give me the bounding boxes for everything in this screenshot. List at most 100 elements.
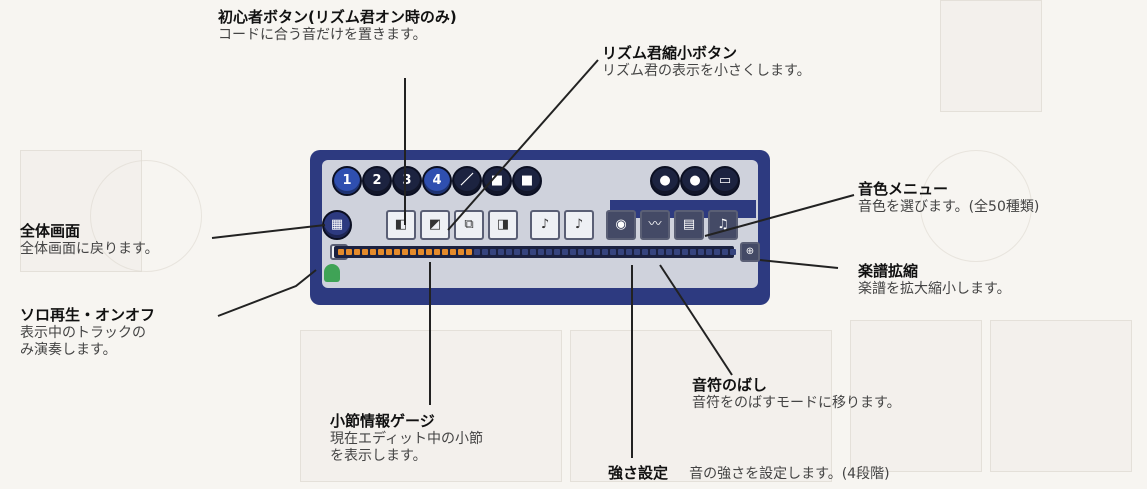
gauge-segment [530, 249, 536, 255]
annotation-solo: ソロ再生・オンオフ 表示中のトラックの み演奏します。 [20, 306, 155, 360]
square-icon: ■ [520, 173, 534, 188]
background-panel [940, 0, 1042, 112]
gauge-segment [626, 249, 632, 255]
note-extend-button[interactable]: 〰 [640, 210, 670, 240]
gauge-segment [346, 249, 352, 255]
annotation-title: 音符のばし [692, 376, 768, 394]
gauge-segment [538, 249, 544, 255]
gauge-segment [338, 249, 344, 255]
square-icon: ■ [490, 173, 504, 188]
gauge-segment [426, 249, 432, 255]
copy-icon: ⧉ [464, 217, 474, 232]
gauge-segment [642, 249, 648, 255]
annotation-desc: 音符をのばすモードに移ります。 [692, 394, 901, 411]
beginner-button[interactable]: ◧ [386, 210, 416, 240]
annotation-desc: コードに合う音だけを置きます。 [218, 26, 427, 43]
score-icon: ▤ [682, 217, 696, 232]
gauge-segment [546, 249, 552, 255]
annotation-title: 強さ設定 [608, 464, 669, 482]
tool-button[interactable]: ■ [512, 166, 542, 196]
annotation-bar-gauge: 小節情報ゲージ 現在エディット中の小節 を表示します。 [330, 412, 483, 466]
instrument-button[interactable]: ♫ [708, 210, 738, 240]
gauge-segment [410, 249, 416, 255]
annotation-desc: 表示中のトラックの [20, 324, 146, 341]
annotation-desc: 音色を選びます。(全50種類) [858, 198, 1040, 215]
gauge-segment [650, 249, 656, 255]
gauge-segment [442, 249, 448, 255]
zoom-icon: ⊕ [745, 246, 755, 257]
gauge-segment [418, 249, 424, 255]
gauge-segment [434, 249, 440, 255]
gauge-segment [482, 249, 488, 255]
annotation-note-extend: 音符のばし 音符をのばすモードに移ります。 [692, 376, 901, 412]
gauge-segment [450, 249, 456, 255]
annotation-desc: み演奏します。 [20, 342, 117, 359]
gauge-segment [658, 249, 664, 255]
tool-button[interactable]: ■ [482, 166, 512, 196]
rhythm-button[interactable]: ● [650, 166, 680, 196]
annotation-title: ソロ再生・オンオフ [20, 306, 156, 324]
gauge-segment [618, 249, 624, 255]
bar-info-gauge [334, 246, 736, 258]
overview-button[interactable]: ▦ [322, 210, 352, 240]
gauge-segment [506, 249, 512, 255]
tone-menu-button[interactable]: ◉ [606, 210, 636, 240]
track-2-button[interactable]: 2 [362, 166, 392, 196]
toolbar-panel: 1 2 3 4 ／ ■ ■ ● ● ▭ ▦ ◧ ◩ ⧉ ◨ ♪ ♪ ◉ 〰 ▤ … [310, 150, 770, 305]
gauge-segment [402, 249, 408, 255]
annotation-desc: 音の強さを設定します。(4段階) [689, 466, 890, 482]
annotation-title: 初心者ボタン(リズム君オン時のみ) [218, 8, 457, 26]
instrument-icon: ♫ [717, 217, 729, 232]
score-button[interactable]: ▤ [674, 210, 704, 240]
annotation-desc: 全体画面に戻ります。 [20, 240, 159, 257]
gauge-segment [362, 249, 368, 255]
annotation-title: 楽譜拡縮 [858, 262, 919, 280]
gauge-segment [474, 249, 480, 255]
track-3-button[interactable]: 3 [392, 166, 422, 196]
gauge-segment [594, 249, 600, 255]
rhythm-button[interactable]: ● [680, 166, 710, 196]
gauge-segment [562, 249, 568, 255]
gauge-segment [698, 249, 704, 255]
pencil-icon: ／ [460, 173, 474, 188]
instrument-button[interactable]: ♪ [564, 210, 594, 240]
rhythm-icon: ● [659, 173, 671, 188]
gauge-segment [690, 249, 696, 255]
rhythm-shrink-button[interactable]: ▭ [710, 166, 740, 196]
paste-button[interactable]: ◨ [488, 210, 518, 240]
gauge-segment [674, 249, 680, 255]
gauge-segment [730, 249, 736, 255]
annotation-strength: 強さ設定 音の強さを設定します。(4段階) [608, 463, 890, 484]
shrink-icon: ▭ [718, 173, 732, 188]
grid-icon: ▦ [330, 217, 344, 232]
gauge-segment [466, 249, 472, 255]
annotation-title: 全体画面 [20, 222, 81, 240]
gauge-segment [378, 249, 384, 255]
gauge-segment [554, 249, 560, 255]
gauge-segment [706, 249, 712, 255]
annotation-beginner: 初心者ボタン(リズム君オン時のみ) コードに合う音だけを置きます。 [218, 8, 457, 44]
instrument-icon: ♪ [540, 217, 550, 232]
track-1-button[interactable]: 1 [332, 166, 362, 196]
gauge-segment [498, 249, 504, 255]
copy-button[interactable]: ⧉ [454, 210, 484, 240]
instrument-icon: ♪ [574, 217, 584, 232]
pencil-button[interactable]: ／ [452, 166, 482, 196]
gauge-segment [570, 249, 576, 255]
annotation-rhythm-shrink: リズム君縮小ボタン リズム君の表示を小さくします。 [602, 44, 811, 80]
gauge-segment [634, 249, 640, 255]
instrument-button[interactable]: ♪ [530, 210, 560, 240]
annotation-desc: を表示します。 [330, 448, 427, 465]
annotation-title: リズム君縮小ボタン [602, 44, 738, 62]
tone-icon: ◉ [615, 217, 627, 232]
gauge-segment [602, 249, 608, 255]
track-4-button[interactable]: 4 [422, 166, 452, 196]
gauge-segment [714, 249, 720, 255]
gauge-segment [386, 249, 392, 255]
edit-button[interactable]: ◩ [420, 210, 450, 240]
gauge-segment [394, 249, 400, 255]
score-zoom-button[interactable]: ⊕ [740, 242, 760, 262]
gauge-segment [722, 249, 728, 255]
rhythm-icon: ● [689, 173, 701, 188]
wave-icon: 〰 [648, 217, 662, 232]
